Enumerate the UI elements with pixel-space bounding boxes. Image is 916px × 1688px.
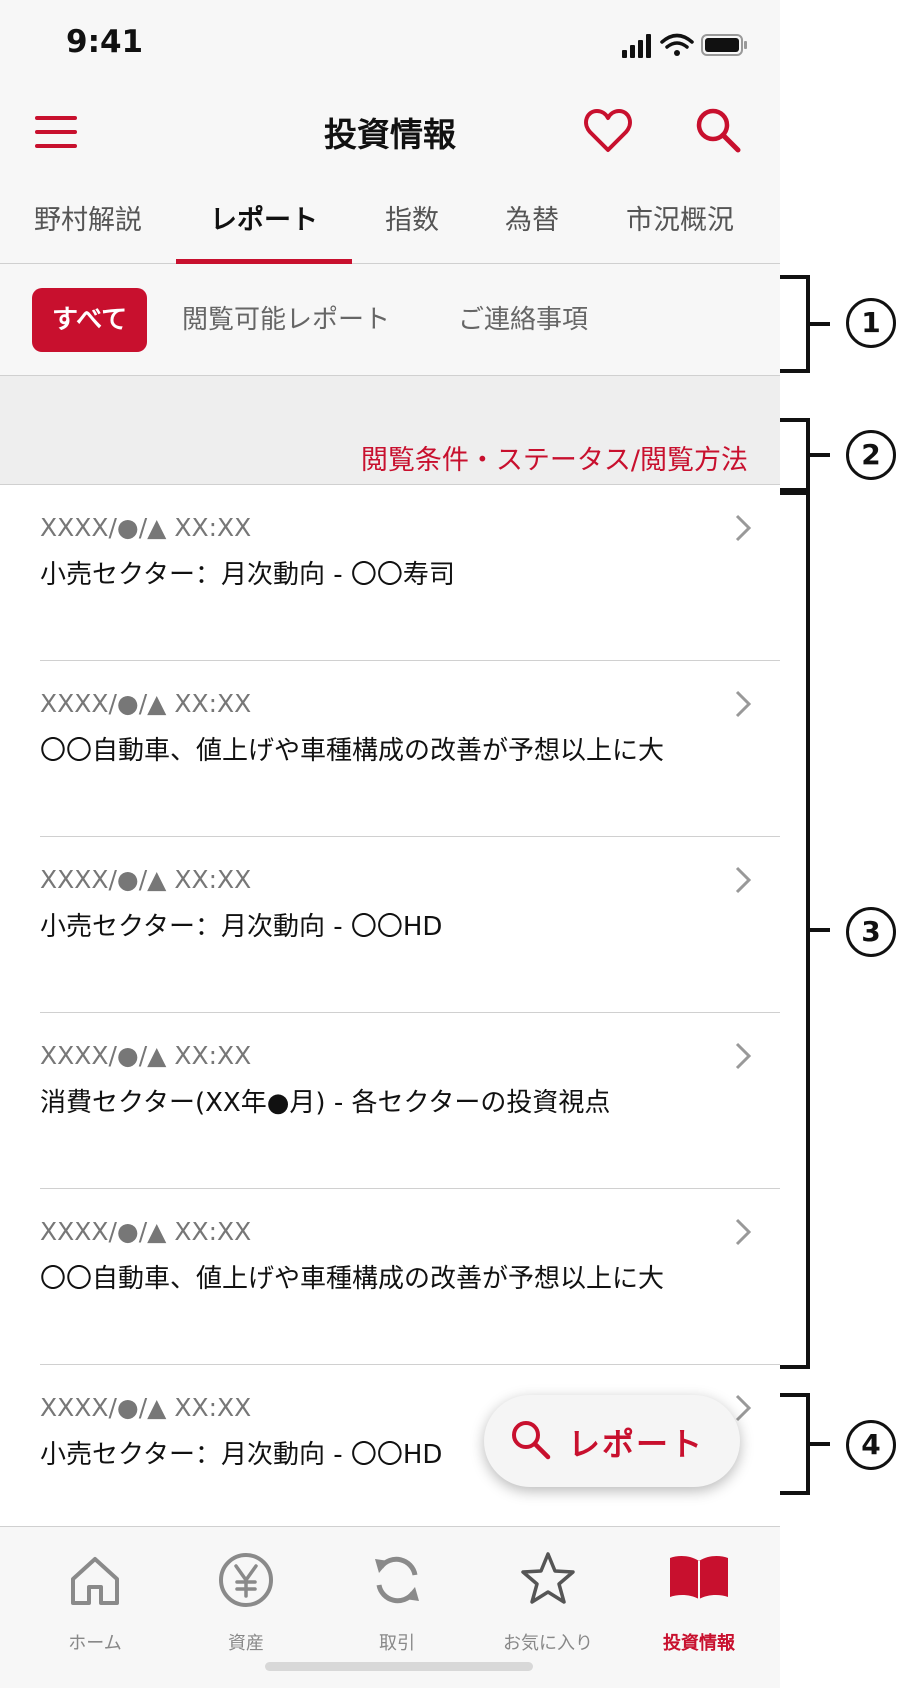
- annotation-number: 2: [846, 430, 896, 480]
- status-time: 9:41: [66, 24, 144, 60]
- report-date: XXXX/●/▲ XX:XX: [40, 1217, 252, 1246]
- annotation-number: 4: [846, 1420, 896, 1470]
- report-date: XXXX/●/▲ XX:XX: [40, 1041, 252, 1070]
- report-date: XXXX/●/▲ XX:XX: [40, 1393, 252, 1422]
- status-bar: 9:41: [0, 0, 780, 90]
- nav-trade[interactable]: 取引: [322, 1539, 472, 1654]
- report-search-label: レポート: [568, 1425, 705, 1463]
- list-item[interactable]: XXXX/●/▲ XX:XX 小売セクター：月次動向 - 〇〇寿司: [40, 485, 780, 661]
- refresh-icon: [375, 1556, 419, 1604]
- report-date: XXXX/●/▲ XX:XX: [40, 865, 252, 894]
- yen-icon: [219, 1553, 273, 1607]
- report-search-button[interactable]: レポート: [484, 1395, 740, 1487]
- list-item[interactable]: XXXX/●/▲ XX:XX 〇〇自動車、値上げや車種構成の改善が予想以上に大: [40, 1189, 780, 1365]
- home-indicator: [265, 1662, 533, 1671]
- chevron-right-icon: [735, 1218, 752, 1246]
- condition-bar: 閲覧条件・ステータス/閲覧方法: [0, 376, 780, 485]
- home-icon: [71, 1557, 119, 1605]
- report-title: 小売セクター：月次動向 - 〇〇HD: [40, 912, 443, 942]
- chevron-right-icon: [735, 1394, 752, 1422]
- chevron-right-icon: [735, 690, 752, 718]
- page-title: 投資情報: [324, 115, 456, 154]
- report-date: XXXX/●/▲ XX:XX: [40, 689, 252, 718]
- filter-notices[interactable]: ご連絡事項: [458, 288, 588, 352]
- app-header: 投資情報: [0, 90, 780, 180]
- search-icon: [512, 1421, 551, 1460]
- report-title: 消費セクター(XX年●月) - 各セクターの投資視点: [40, 1088, 611, 1118]
- annotation-number: 1: [846, 298, 896, 348]
- report-title: 〇〇自動車、値上げや車種構成の改善が予想以上に大: [40, 736, 665, 766]
- nav-home[interactable]: ホーム: [20, 1539, 170, 1654]
- filter-viewable-reports[interactable]: 閲覧可能レポート: [182, 288, 390, 352]
- list-item[interactable]: XXXX/●/▲ XX:XX 消費セクター(XX年●月) - 各セクターの投資視…: [40, 1013, 780, 1189]
- annotation-bracket: [780, 491, 830, 1369]
- nav-home-label: ホーム: [68, 1633, 122, 1654]
- viewing-conditions-link[interactable]: 閲覧条件・ステータス/閲覧方法: [361, 438, 748, 477]
- search-icon[interactable]: [694, 106, 742, 154]
- filter-all[interactable]: すべて: [32, 288, 148, 352]
- status-icons: [622, 33, 747, 58]
- nav-trade-label: 取引: [379, 1633, 415, 1654]
- annotation-bracket: [780, 418, 830, 492]
- list-item[interactable]: XXXX/●/▲ XX:XX 小売セクター：月次動向 - 〇〇HD: [40, 837, 780, 1013]
- tab-exchange[interactable]: 為替: [472, 180, 592, 263]
- report-title: 小売セクター：月次動向 - 〇〇寿司: [40, 560, 455, 590]
- tab-index[interactable]: 指数: [352, 180, 472, 263]
- book-icon: [670, 1556, 728, 1599]
- filter-bar: すべて 閲覧可能レポート ご連絡事項: [0, 264, 780, 376]
- chevron-right-icon: [735, 514, 752, 542]
- heart-icon[interactable]: [584, 108, 632, 154]
- annotation-number: 3: [846, 907, 896, 957]
- phone-screen: 9:41 投資情報 野村解説 レポート 指数 為替 市況概況 すべて 閲覧可能レ…: [0, 0, 780, 1688]
- star-icon: [521, 1552, 575, 1604]
- category-tabs: 野村解説 レポート 指数 為替 市況概況: [0, 180, 780, 264]
- chevron-right-icon: [735, 866, 752, 894]
- nav-investment-info[interactable]: 投資情報: [624, 1539, 774, 1654]
- nav-favorites[interactable]: お気に入り: [473, 1539, 623, 1654]
- nav-assets-label: 資産: [228, 1633, 264, 1654]
- nav-investment-info-label: 投資情報: [663, 1633, 735, 1654]
- signal-icon: [622, 34, 651, 58]
- battery-icon: [701, 34, 747, 56]
- list-item[interactable]: XXXX/●/▲ XX:XX 〇〇自動車、値上げや車種構成の改善が予想以上に大: [40, 661, 780, 837]
- report-date: XXXX/●/▲ XX:XX: [40, 513, 252, 542]
- tab-market-overview[interactable]: 市況概況: [592, 180, 768, 263]
- report-title: 〇〇自動車、値上げや車種構成の改善が予想以上に大: [40, 1264, 665, 1294]
- annotation-panel: 1 2 3 4: [780, 0, 916, 1688]
- tab-nomura-commentary[interactable]: 野村解説: [0, 180, 176, 263]
- tab-report[interactable]: レポート: [176, 180, 352, 264]
- wifi-icon: [660, 33, 694, 56]
- annotation-bracket: [780, 1393, 830, 1495]
- nav-favorites-label: お気に入り: [503, 1633, 593, 1654]
- annotation-bracket: [780, 275, 830, 373]
- nav-assets[interactable]: 資産: [171, 1539, 321, 1654]
- chevron-right-icon: [735, 1042, 752, 1070]
